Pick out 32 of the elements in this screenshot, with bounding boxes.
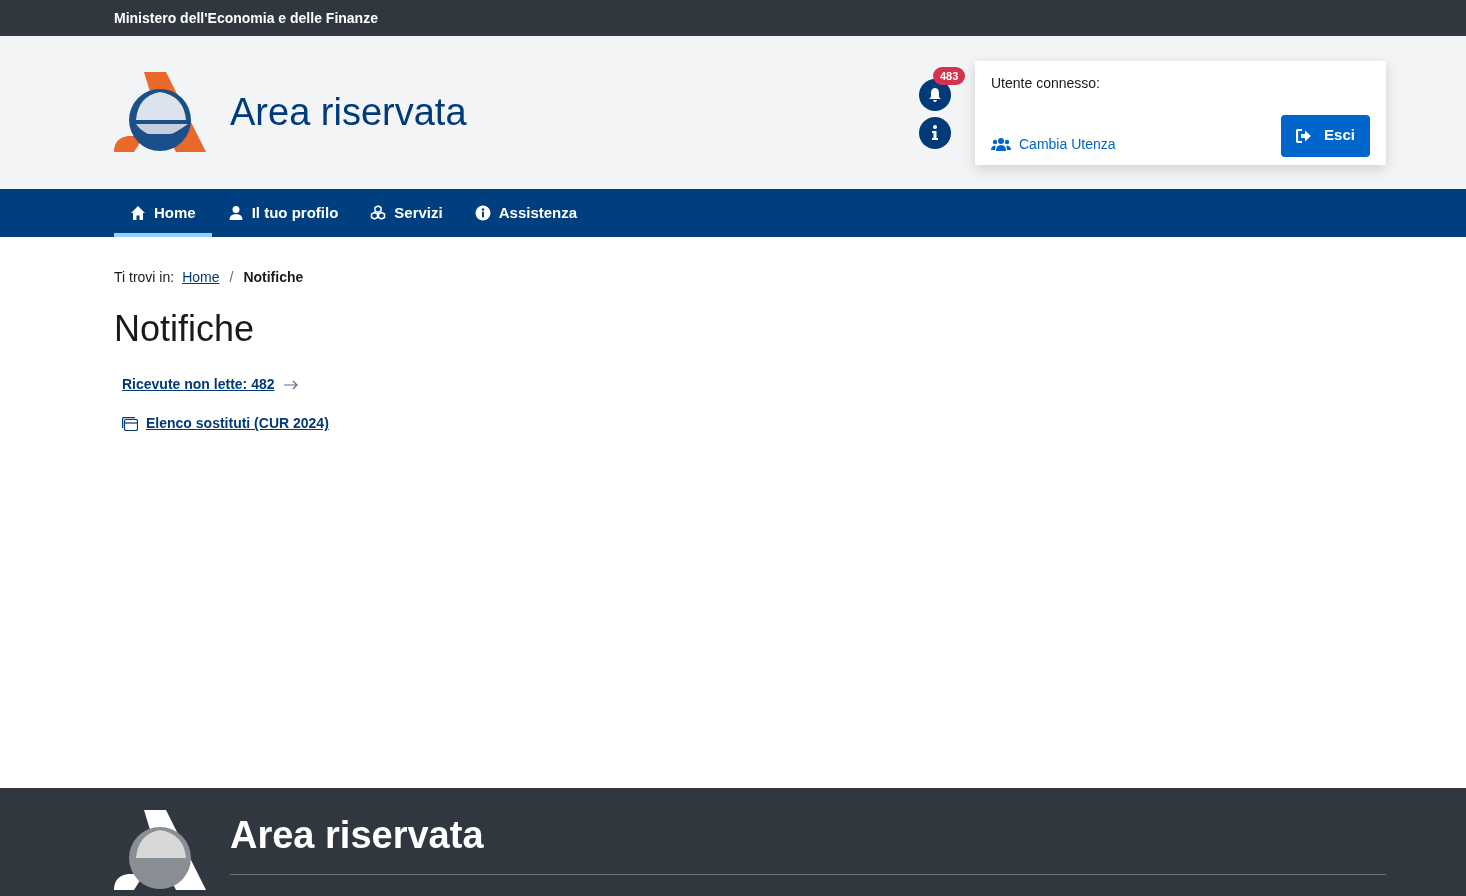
info-icon — [931, 124, 939, 141]
notification-count-badge: 483 — [933, 66, 966, 85]
switch-user-link[interactable]: Cambia Utenza — [991, 133, 1116, 155]
logout-icon — [1296, 128, 1313, 143]
home-icon — [130, 205, 146, 221]
footer-title: Area riservata — [230, 813, 485, 858]
notification-link[interactable]: Elenco sostituti (CUR 2024) — [146, 413, 329, 434]
logo-icon — [114, 71, 206, 154]
nav-tab[interactable]: Home — [114, 189, 212, 237]
notification-link[interactable]: Ricevute non lette: 482 — [122, 374, 275, 395]
breadcrumb-current: Notifiche — [243, 268, 304, 287]
info-icon — [474, 205, 491, 221]
nav-tab[interactable]: Il tuo profilo — [211, 189, 355, 237]
breadcrumb-link[interactable]: Home — [182, 267, 220, 288]
bell-icon — [927, 86, 943, 103]
users-icon — [991, 137, 1011, 151]
logout-button[interactable]: Esci — [1281, 114, 1370, 157]
breadcrumb-separator: / — [229, 268, 234, 287]
nav-tab[interactable]: Assistenza — [458, 189, 594, 237]
footer-logo-icon — [114, 810, 206, 892]
site-title: Area riservata — [230, 90, 467, 135]
window-icon — [122, 416, 138, 431]
ministry-name: Ministero dell'Economia e delle Finanze — [114, 8, 378, 28]
breadcrumb-label: Ti trovi in: — [114, 268, 175, 287]
user-icon — [227, 205, 244, 221]
nav-tab[interactable]: Servizi — [354, 189, 459, 237]
notifications-button[interactable] — [919, 78, 951, 111]
cubes-icon — [370, 205, 387, 221]
arrow-right-icon — [282, 379, 299, 390]
connected-user-label: Utente connesso: — [991, 73, 1101, 93]
info-button[interactable] — [919, 116, 951, 149]
page-title: Notifiche — [114, 307, 256, 351]
